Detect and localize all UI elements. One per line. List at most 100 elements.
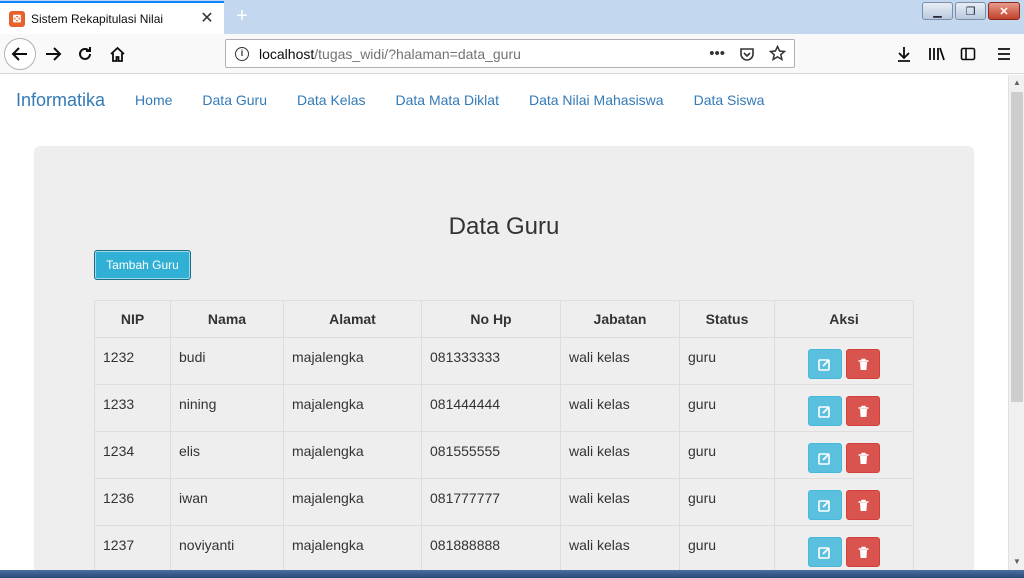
- brand-link[interactable]: Informatika: [16, 90, 105, 111]
- cell-status: guru: [679, 384, 775, 432]
- trash-icon: [858, 452, 869, 464]
- column-header-nama: Nama: [170, 300, 284, 338]
- library-button[interactable]: [920, 40, 952, 68]
- minimize-button[interactable]: ▁: [922, 2, 953, 20]
- column-header-aksi: Aksi: [774, 300, 914, 338]
- cell-alamat: majalengka: [283, 384, 422, 432]
- sidebar-button[interactable]: [952, 40, 984, 68]
- cell-jabatan: wali kelas: [560, 384, 680, 432]
- scroll-thumb[interactable]: [1011, 92, 1023, 402]
- sidebar-icon: [960, 47, 976, 61]
- url-text[interactable]: localhost/tugas_widi/?halaman=data_guru: [259, 46, 709, 62]
- cell-nip: 1232: [94, 337, 171, 385]
- scroll-up-arrow-icon[interactable]: ▲: [1009, 75, 1024, 91]
- browser-tab[interactable]: ⊠ Sistem Rekapitulasi Nilai ✕: [0, 1, 224, 34]
- add-teacher-button[interactable]: Tambah Guru: [94, 250, 191, 280]
- delete-button[interactable]: [846, 349, 881, 379]
- menu-button[interactable]: [984, 40, 1024, 68]
- table-row: 1233 nining majalengka 081444444 wali kelas g…: [94, 384, 914, 432]
- scroll-down-arrow-icon[interactable]: ▼: [1009, 554, 1024, 570]
- column-header-alamat: Alamat: [283, 300, 422, 338]
- column-header-nip: NIP: [94, 300, 171, 338]
- tab-close-icon[interactable]: ✕: [199, 10, 215, 27]
- forward-button[interactable]: [39, 40, 67, 68]
- reload-icon: [79, 47, 91, 60]
- table-row: 1237 noviyanti majalengka 081888888 wali kel…: [94, 525, 914, 573]
- page-actions-icon[interactable]: •••: [709, 45, 725, 62]
- cell-hp: 081555555: [421, 431, 561, 479]
- cell-jabatan: wali kelas: [560, 525, 680, 573]
- cell-nip: 1233: [94, 384, 171, 432]
- page-scrollbar[interactable]: ▲ ▼: [1008, 75, 1024, 570]
- nav-link-data-mata-diklat[interactable]: Data Mata Diklat: [380, 92, 513, 108]
- cell-nip: 1237: [94, 525, 171, 573]
- back-button[interactable]: [4, 38, 36, 70]
- table-row: 1232 budi majalengka 081333333 wali kelas gur…: [94, 337, 914, 385]
- edit-icon: [818, 358, 830, 371]
- table-row: 1234 elis majalengka 081555555 wali kelas gur…: [94, 431, 914, 479]
- edit-button[interactable]: [807, 349, 842, 379]
- trash-icon: [858, 405, 869, 417]
- nav-link-data-guru[interactable]: Data Guru: [187, 92, 282, 108]
- close-window-button[interactable]: ✕: [988, 2, 1020, 20]
- library-icon: [928, 47, 945, 61]
- site-info-icon[interactable]: i: [235, 46, 249, 61]
- cell-hp: 081444444: [421, 384, 561, 432]
- cell-hp: 081333333: [421, 337, 561, 385]
- edit-button[interactable]: [807, 443, 842, 473]
- cell-status: guru: [679, 337, 775, 385]
- os-taskbar: [0, 570, 1024, 578]
- cell-nip: 1236: [94, 478, 171, 526]
- cell-alamat: majalengka: [283, 337, 422, 385]
- url-host: localhost: [259, 45, 315, 62]
- maximize-button[interactable]: ❐: [955, 2, 986, 20]
- delete-button[interactable]: [846, 537, 881, 567]
- column-header-jabatan: Jabatan: [560, 300, 680, 338]
- browser-titlebar: ⊠ Sistem Rekapitulasi Nilai ✕ + ▁ ❐ ✕: [0, 0, 1024, 34]
- cell-alamat: majalengka: [283, 478, 422, 526]
- cell-nama: noviyanti: [170, 525, 284, 573]
- edit-icon: [818, 546, 830, 559]
- trash-icon: [858, 358, 869, 370]
- cell-nama: nining: [170, 384, 284, 432]
- edit-button[interactable]: [807, 537, 842, 567]
- site-favicon-icon: ⊠: [9, 10, 25, 27]
- new-tab-button[interactable]: +: [231, 5, 253, 27]
- cell-aksi: [774, 384, 914, 432]
- table-row: 1236 iwan majalengka 081777777 wali kelas gur…: [94, 478, 914, 526]
- cell-nama: elis: [170, 431, 284, 479]
- cell-hp: 081777777: [421, 478, 561, 526]
- cell-jabatan: wali kelas: [560, 337, 680, 385]
- reload-button[interactable]: [71, 40, 99, 68]
- cell-nama: iwan: [170, 478, 284, 526]
- edit-icon: [818, 452, 830, 465]
- nav-link-data-siswa[interactable]: Data Siswa: [679, 92, 780, 108]
- pocket-icon[interactable]: [739, 46, 755, 62]
- cell-status: guru: [679, 478, 775, 526]
- cell-nip: 1234: [94, 431, 171, 479]
- cell-aksi: [774, 431, 914, 479]
- back-arrow-icon: [11, 47, 27, 61]
- delete-button[interactable]: [846, 443, 881, 473]
- address-bar[interactable]: i localhost/tugas_widi/?halaman=data_gur…: [225, 39, 795, 68]
- bookmark-star-icon[interactable]: [769, 45, 786, 62]
- cell-alamat: majalengka: [283, 431, 422, 479]
- column-header-status: Status: [679, 300, 775, 338]
- download-icon: [898, 47, 910, 62]
- nav-link-home[interactable]: Home: [120, 92, 187, 108]
- column-header-no-hp: No Hp: [421, 300, 561, 338]
- page-viewport: Informatika Home Data Guru Data Kelas Da…: [0, 75, 1008, 578]
- window-controls: ▁ ❐ ✕: [922, 2, 1020, 20]
- delete-button[interactable]: [846, 490, 881, 520]
- delete-button[interactable]: [846, 396, 881, 426]
- nav-link-data-nilai-mahasiswa[interactable]: Data Nilai Mahasiswa: [514, 92, 679, 108]
- cell-status: guru: [679, 431, 775, 479]
- cell-alamat: majalengka: [283, 525, 422, 573]
- edit-button[interactable]: [807, 396, 842, 426]
- nav-link-data-kelas[interactable]: Data Kelas: [282, 92, 380, 108]
- edit-button[interactable]: [807, 490, 842, 520]
- home-button[interactable]: [103, 40, 131, 68]
- site-navbar: Informatika Home Data Guru Data Kelas Da…: [0, 75, 1008, 125]
- cell-nama: budi: [170, 337, 284, 385]
- downloads-button[interactable]: [888, 40, 920, 68]
